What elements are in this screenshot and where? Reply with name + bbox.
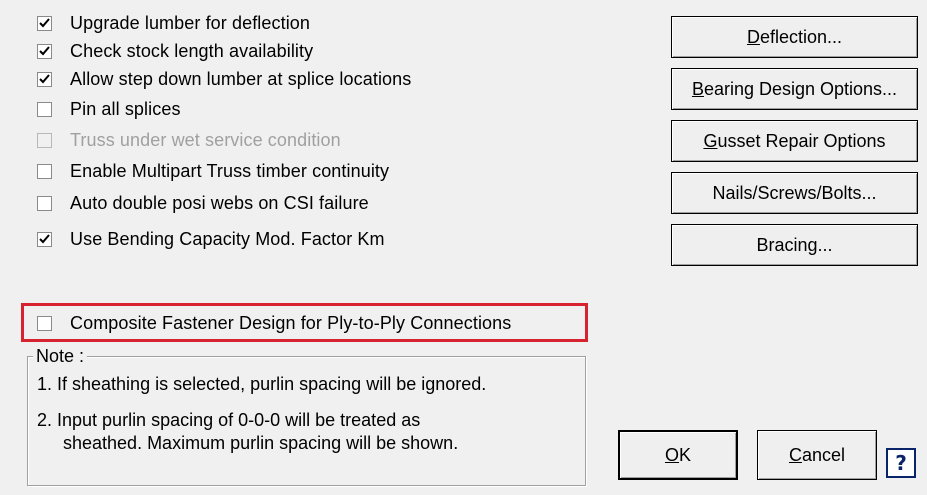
- upgrade-lumber-checkbox[interactable]: [37, 15, 52, 31]
- option-bending-capacity-km[interactable]: Use Bending Capacity Mod. Factor Km: [37, 226, 385, 252]
- option-multipart-continuity[interactable]: Enable Multipart Truss timber continuity: [37, 158, 389, 184]
- multipart-continuity-label: Enable Multipart Truss timber continuity: [70, 160, 390, 181]
- note-line-2b: sheathed. Maximum purlin spacing will be…: [63, 433, 459, 453]
- nails-screws-bolts-button[interactable]: Nails/Screws/Bolts...: [671, 172, 918, 214]
- mnemonic-g: G: [703, 130, 718, 151]
- help-glyph: ?: [895, 451, 907, 475]
- option-auto-double-posi[interactable]: Auto double posi webs on CSI failure: [37, 190, 369, 216]
- option-wet-service: Truss under wet service condition: [37, 127, 341, 153]
- note-title: Note :: [33, 346, 88, 367]
- pin-all-splices-checkbox[interactable]: [37, 101, 52, 117]
- option-allow-step-down[interactable]: Allow step down lumber at splice locatio…: [37, 66, 411, 92]
- pin-all-splices-label: Pin all splices: [70, 98, 181, 119]
- composite-fastener-label: Composite Fastener Design for Ply-to-Ply…: [70, 312, 512, 333]
- auto-double-posi-checkbox[interactable]: [37, 195, 52, 211]
- mnemonic-b: B: [691, 78, 704, 99]
- cancel-button[interactable]: Cancel: [757, 430, 877, 480]
- cancel-label: ancel: [801, 444, 846, 465]
- bending-capacity-km-checkbox[interactable]: [37, 231, 52, 247]
- bracing-label: Bracing...: [756, 234, 833, 255]
- bearing-design-options-button[interactable]: Bearing Design Options...: [671, 68, 918, 110]
- upgrade-lumber-label: Upgrade lumber for deflection: [70, 12, 311, 33]
- mnemonic-d: D: [746, 26, 760, 47]
- allow-step-down-label: Allow step down lumber at splice locatio…: [70, 68, 412, 89]
- mnemonic-o: O: [664, 444, 679, 465]
- mnemonic-c: C: [788, 444, 802, 465]
- allow-step-down-checkbox[interactable]: [37, 71, 52, 87]
- option-upgrade-lumber[interactable]: Upgrade lumber for deflection: [37, 10, 310, 36]
- check-stock-length-label: Check stock length availability: [70, 40, 314, 61]
- ok-label: K: [679, 444, 692, 465]
- wet-service-checkbox: [37, 132, 52, 148]
- composite-fastener-checkbox[interactable]: [37, 315, 52, 331]
- ok-button[interactable]: OK: [618, 430, 738, 480]
- auto-double-posi-label: Auto double posi webs on CSI failure: [70, 192, 369, 213]
- composite-fastener-option[interactable]: Composite Fastener Design for Ply-to-Ply…: [37, 310, 511, 336]
- gusset-repair-options-button[interactable]: Gusset Repair Options: [671, 120, 918, 162]
- nails-label: Nails/Screws/Bolts...: [712, 182, 877, 203]
- note-line-2a: 2. Input purlin spacing of 0-0-0 will be…: [37, 410, 421, 430]
- gusset-label: usset Repair Options: [717, 130, 886, 151]
- check-stock-length-checkbox[interactable]: [37, 43, 52, 59]
- note-line-1: 1. If sheathing is selected, purlin spac…: [37, 374, 487, 394]
- help-icon[interactable]: ?: [886, 448, 916, 478]
- option-check-stock-length[interactable]: Check stock length availability: [37, 38, 313, 64]
- bracing-button[interactable]: Bracing...: [671, 224, 918, 266]
- bending-capacity-km-label: Use Bending Capacity Mod. Factor Km: [70, 228, 385, 249]
- deflection-button[interactable]: Deflection...: [671, 16, 918, 58]
- deflection-label: eflection...: [759, 26, 843, 47]
- bearing-label: earing Design Options...: [703, 78, 898, 99]
- wet-service-label: Truss under wet service condition: [70, 129, 341, 150]
- option-pin-all-splices[interactable]: Pin all splices: [37, 96, 181, 122]
- multipart-continuity-checkbox[interactable]: [37, 163, 52, 179]
